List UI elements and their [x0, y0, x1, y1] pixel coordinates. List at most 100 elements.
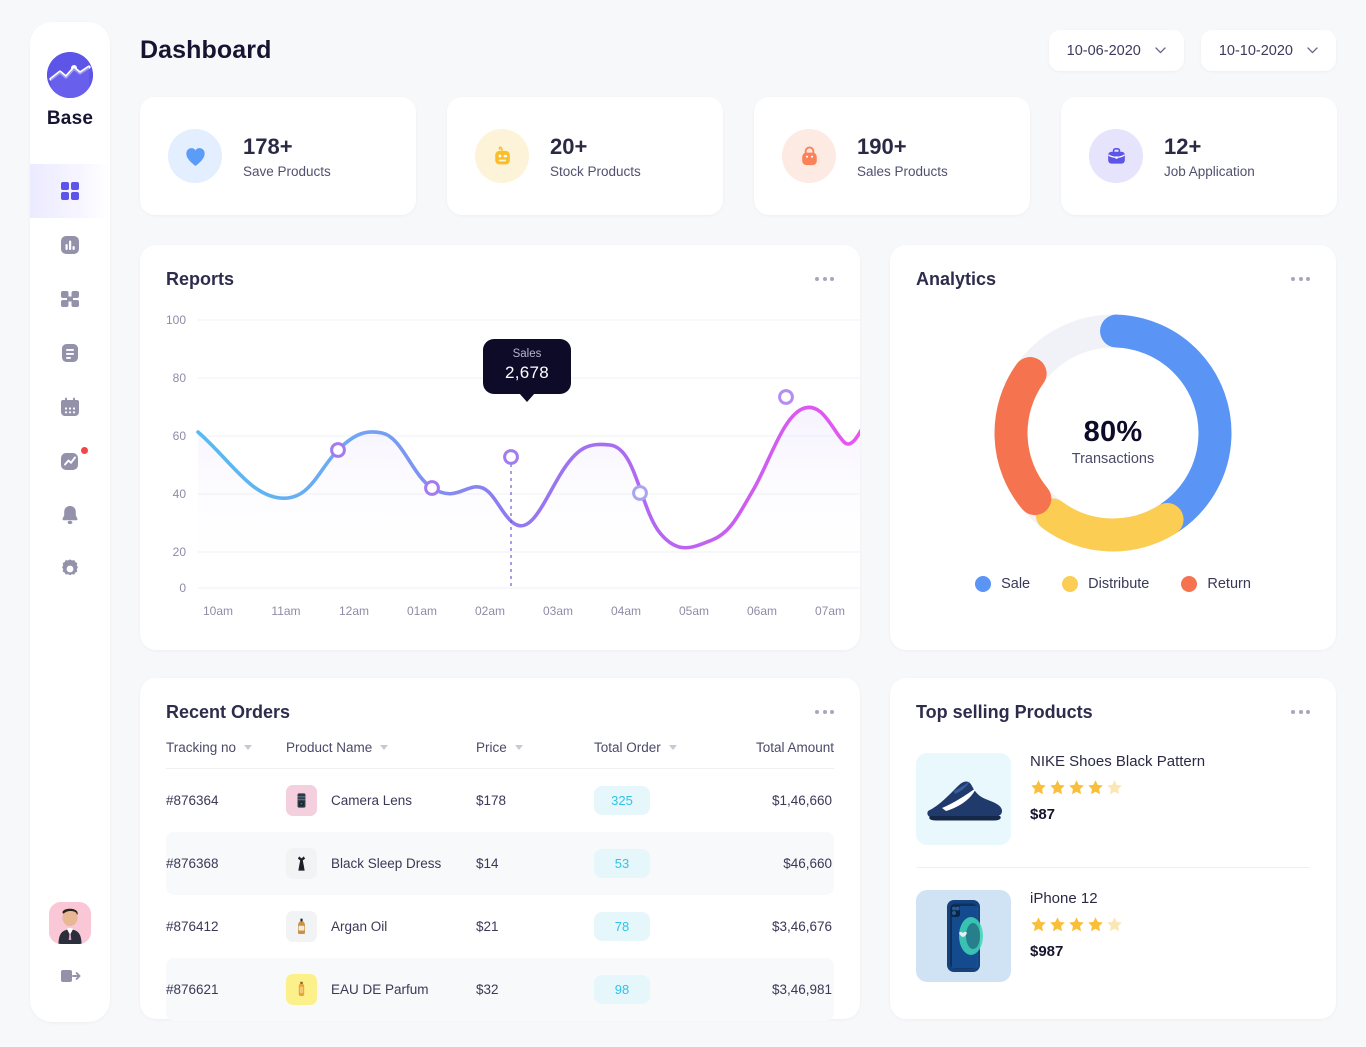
cell-price: $14	[476, 832, 594, 895]
column-header-price[interactable]: Price	[476, 740, 594, 769]
heart-icon	[168, 129, 222, 183]
svg-text:100: 100	[166, 313, 186, 327]
more-options-icon[interactable]	[815, 269, 834, 281]
date-from-picker[interactable]: 10-06-2020	[1048, 30, 1184, 71]
table-row[interactable]: #876364 Camera Lens $178 325 $1,46,660	[166, 769, 834, 833]
sidebar-item-products[interactable]	[30, 272, 110, 326]
date-to-picker[interactable]: 10-10-2020	[1200, 30, 1336, 71]
product-name: Black Sleep Dress	[331, 856, 442, 871]
rating-stars	[1030, 916, 1123, 933]
table-row[interactable]: #876621 EAU DE Parfum $32 98 $3,46,981	[166, 958, 834, 1021]
legend-swatch	[975, 576, 992, 592]
svg-text:11am: 11am	[271, 604, 300, 618]
table-row[interactable]: #876412 Argan Oil $21 78 $3,46,676	[166, 895, 834, 958]
cell-total-order: 78	[594, 895, 742, 958]
analytics-donut-chart: 80% Transactions	[890, 298, 1336, 568]
cell-product: Argan Oil	[286, 895, 476, 958]
sidebar-item-settings[interactable]	[30, 542, 110, 596]
column-header-product[interactable]: Product Name	[286, 740, 476, 769]
nike-shoe-thumb-icon	[916, 753, 1011, 845]
orders-table-header: Tracking no Product Name Price Total Ord…	[166, 740, 834, 769]
sidebar-item-documents[interactable]	[30, 326, 110, 380]
svg-text:04am: 04am	[611, 604, 641, 618]
legend-label: Sale	[1001, 576, 1031, 592]
sidebar-item-statistics[interactable]	[30, 218, 110, 272]
more-options-icon[interactable]	[1291, 702, 1310, 714]
legend-item-distribute[interactable]: Distribute	[1062, 576, 1149, 592]
top-selling-list: NIKE Shoes Black Pattern $87 iPhone 12 $…	[890, 723, 1336, 1004]
bar-chart-icon	[61, 236, 79, 254]
cell-price: $21	[476, 919, 499, 934]
stat-card-stock-products[interactable]: 20+ Stock Products	[447, 97, 723, 215]
analytics-title: Analytics	[916, 269, 997, 289]
total-order-badge: 53	[594, 849, 650, 878]
sidebar: Base	[30, 22, 110, 1022]
list-item[interactable]: iPhone 12 $987	[916, 867, 1310, 1004]
list-item[interactable]: NIKE Shoes Black Pattern $87	[916, 737, 1310, 867]
svg-text:05am: 05am	[679, 604, 709, 618]
cell-price: $178	[476, 793, 507, 808]
grid-dashboard-icon	[61, 182, 79, 200]
logout-icon[interactable]	[58, 964, 82, 988]
stat-card-sales-products[interactable]: 190+ Sales Products	[754, 97, 1030, 215]
sidebar-footer	[49, 902, 91, 988]
chart-tooltip: Sales 2,678	[483, 339, 571, 402]
sort-chevron-icon	[244, 745, 253, 750]
analytics-panel: Analytics 80% Transactions Sale Distribu…	[890, 245, 1336, 650]
legend-swatch	[1062, 576, 1079, 592]
cell-product: EAU DE Parfum	[286, 958, 476, 1021]
sidebar-item-reports[interactable]	[30, 434, 110, 488]
rating-stars	[1030, 779, 1205, 796]
bell-icon	[62, 506, 78, 525]
user-avatar[interactable]	[49, 902, 91, 944]
star-icon-filled	[1069, 917, 1084, 932]
product-name: iPhone 12	[1030, 890, 1098, 907]
star-icon-filled	[1050, 917, 1065, 932]
column-header-tracking[interactable]: Tracking no	[166, 740, 286, 769]
legend-label: Distribute	[1088, 576, 1150, 592]
document-icon	[62, 344, 78, 362]
page-title: Dashboard	[140, 36, 272, 64]
tooltip-value: 2,678	[504, 363, 550, 382]
legend-item-sale[interactable]: Sale	[975, 576, 1030, 592]
stat-value: 12+	[1164, 134, 1202, 160]
perfume-thumb-icon	[286, 974, 317, 1005]
svg-text:40: 40	[173, 487, 187, 501]
table-row[interactable]: #876368 Black Sleep Dress $14 53 $46,660	[166, 832, 834, 895]
date-range-pickers: 10-06-2020 10-10-2020	[1048, 30, 1336, 71]
camera-lens-thumb-icon	[286, 785, 317, 816]
product-price: $987	[1030, 943, 1064, 960]
product-name: NIKE Shoes Black Pattern	[1030, 753, 1206, 770]
trending-chart-icon	[61, 453, 78, 470]
cell-tracking: #876412	[166, 919, 219, 934]
top-selling-title: Top selling Products	[916, 702, 1093, 722]
star-icon-filled	[1088, 780, 1103, 795]
stat-cards: 178+ Save Products 20+ Stock Products 19…	[140, 97, 1337, 215]
shopping-bag-icon	[782, 129, 836, 183]
more-options-icon[interactable]	[815, 702, 834, 714]
star-icon-empty	[1107, 780, 1122, 795]
more-options-icon[interactable]	[1291, 269, 1310, 281]
star-icon-empty	[1107, 917, 1122, 932]
sidebar-item-calendar[interactable]	[30, 380, 110, 434]
sidebar-item-dashboard[interactable]	[30, 164, 110, 218]
analytics-legend: Sale Distribute Return	[890, 576, 1336, 592]
stat-value: 190+	[857, 134, 907, 160]
gear-icon	[62, 559, 78, 576]
sidebar-item-notifications[interactable]	[30, 488, 110, 542]
svg-text:07am: 07am	[815, 604, 845, 618]
cell-price: $32	[476, 958, 594, 1021]
black-dress-thumb-icon	[286, 848, 317, 879]
stat-card-job-application[interactable]: 12+ Job Application	[1061, 97, 1337, 215]
tooltip-arrow	[519, 393, 535, 402]
product-price: $87	[1030, 806, 1056, 823]
donut-center-label: 80% Transactions	[890, 416, 1336, 467]
column-header-total-order[interactable]: Total Order	[594, 740, 742, 769]
total-order-badge: 98	[594, 975, 650, 1004]
orders-table: Tracking no Product Name Price Total Ord…	[166, 740, 834, 1021]
gift-box-icon	[475, 129, 529, 183]
argan-oil-thumb-icon	[286, 911, 317, 942]
legend-item-return[interactable]: Return	[1181, 576, 1251, 592]
sort-chevron-icon	[380, 745, 389, 750]
stat-card-save-products[interactable]: 178+ Save Products	[140, 97, 416, 215]
